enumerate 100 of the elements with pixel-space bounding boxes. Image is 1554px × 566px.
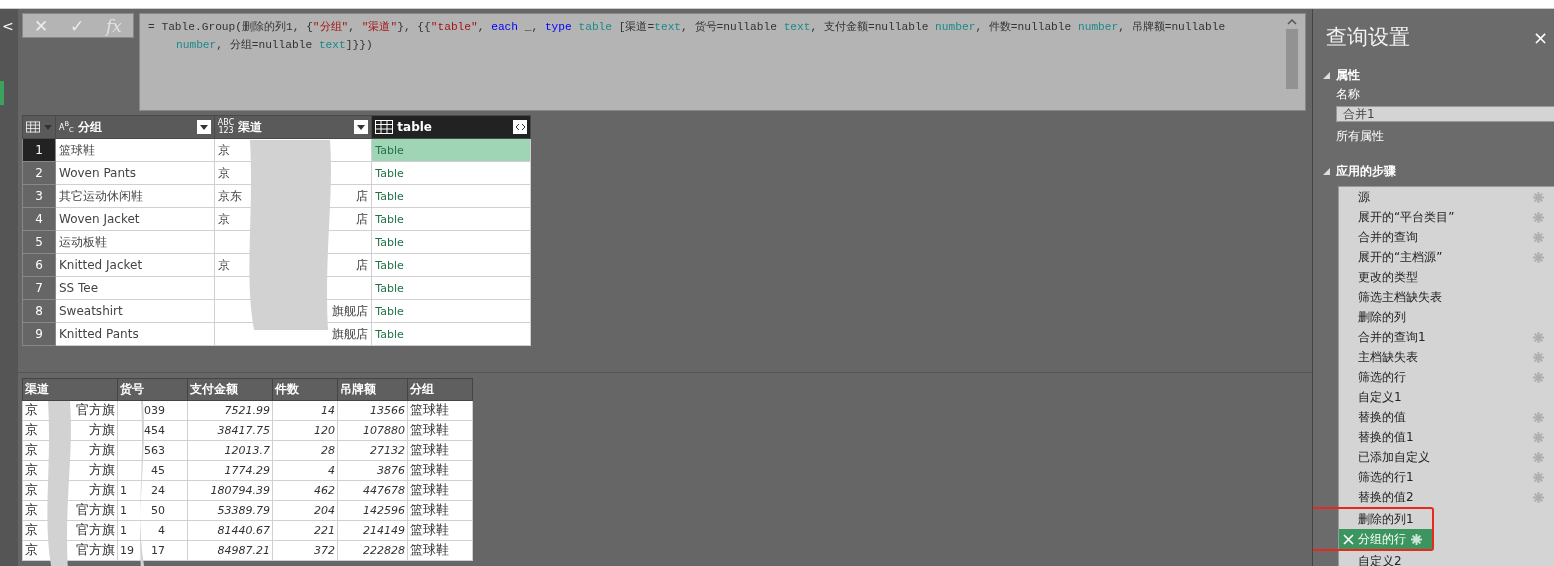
name-field[interactable]: 合并1 xyxy=(1336,106,1554,122)
cell-text: 563 xyxy=(144,444,165,457)
column-header[interactable]: A$^{B}$$_{C}$ 分组 xyxy=(55,115,215,139)
row-number[interactable]: 1 xyxy=(22,138,56,162)
gear-icon[interactable] xyxy=(1411,533,1422,545)
close-button[interactable]: × xyxy=(1532,26,1548,48)
delete-icon[interactable] xyxy=(1343,533,1354,545)
step-item[interactable]: 合并的查询1 xyxy=(1339,327,1554,347)
step-item[interactable]: 合并的查询 xyxy=(1339,227,1554,247)
type-icon[interactable]: ABC 123 xyxy=(217,119,235,135)
collapse-formula-icon[interactable] xyxy=(1287,18,1297,25)
column-header: 渠道 xyxy=(22,378,118,401)
formula-field[interactable]: = Table.Group(删除的列1, {"分组", "渠道"}, {{"table", each _, type table [渠道=text, 货号=nullable text, 支付金额=nullable number, 件数=nullable number, 吊牌额=nullable number, 分组=nullable text]}}) xyxy=(139,13,1306,111)
row-number[interactable]: 6 xyxy=(22,253,56,277)
gear-icon[interactable] xyxy=(1533,371,1544,383)
expand-button[interactable] xyxy=(513,120,527,134)
caret-icon xyxy=(199,124,208,130)
panel-title: 查询设置 xyxy=(1326,24,1410,51)
step-item[interactable]: 删除的列1 xyxy=(1339,509,1432,529)
row-number[interactable]: 4 xyxy=(22,207,56,231)
cell-text: 店 xyxy=(356,210,369,228)
step-item[interactable]: 筛选的行1 xyxy=(1339,467,1554,487)
table-cell: SS Tee xyxy=(55,276,215,300)
table-cell: Knitted Pants xyxy=(55,322,215,346)
formula-text: = Table.Group(删除的列1, {"分组", "渠道"}, {{"table", each _, type table [渠道=text, 货号=nullable text, 支付金额=nullable number, 件数=nullable number, 吊牌额=nullable number, 分组=nullable text]}}) xyxy=(148,20,1227,53)
cell-text: 官方旗 xyxy=(76,522,115,539)
gear-icon[interactable] xyxy=(1533,431,1544,443)
filter-button[interactable] xyxy=(196,120,211,134)
cell-text: 4 xyxy=(158,524,165,537)
cell-text: 45 xyxy=(151,464,165,477)
cell-text: 官方旗 xyxy=(76,402,115,419)
section-heading: 应用的步骤 xyxy=(1336,163,1396,180)
step-item[interactable]: 筛选的行 xyxy=(1339,367,1554,387)
column-header: 吊牌额 xyxy=(337,378,408,401)
cell-text: 京 xyxy=(217,210,230,228)
step-item[interactable]: 主档缺失表 xyxy=(1339,347,1554,367)
step-item[interactable]: 源 xyxy=(1339,187,1554,207)
gear-icon[interactable] xyxy=(1533,351,1544,363)
column-header: 件数 xyxy=(272,378,338,401)
active-indicator xyxy=(0,81,4,105)
cell-text: 方旗 xyxy=(89,482,115,499)
collapse-icon[interactable] xyxy=(1323,72,1330,79)
step-item[interactable]: 自定义1 xyxy=(1339,387,1554,407)
cell-text: 方旗 xyxy=(89,442,115,459)
step-item[interactable]: 分组的行 xyxy=(1339,529,1432,549)
table-cell: 运动板鞋 xyxy=(55,230,215,254)
expand-navigator-button[interactable]: < xyxy=(0,19,14,33)
row-number[interactable]: 8 xyxy=(22,299,56,323)
table-link[interactable]: Table xyxy=(371,138,531,162)
gear-icon[interactable] xyxy=(1533,331,1544,343)
step-item[interactable]: 筛选主档缺失表 xyxy=(1339,287,1554,307)
cell-text: 50 xyxy=(151,504,165,517)
all-properties-link[interactable]: 所有属性 xyxy=(1313,128,1554,145)
table-link[interactable]: Table xyxy=(371,207,531,231)
gear-icon[interactable] xyxy=(1533,411,1544,423)
gear-icon[interactable] xyxy=(1533,451,1544,463)
row-number[interactable]: 2 xyxy=(22,161,56,185)
table-menu-button[interactable] xyxy=(22,115,56,139)
cell-text: 京 xyxy=(25,442,38,459)
row-number[interactable]: 3 xyxy=(22,184,56,208)
step-item[interactable]: 替换的值 xyxy=(1339,407,1554,427)
table-link[interactable]: Table xyxy=(371,322,531,346)
cell-text: 官方旗 xyxy=(76,502,115,519)
cell-text: 店 xyxy=(356,187,369,205)
step-item[interactable]: 替换的值1 xyxy=(1339,427,1554,447)
step-item[interactable]: 更改的类型 xyxy=(1339,267,1554,287)
row-number[interactable]: 9 xyxy=(22,322,56,346)
row-number[interactable]: 5 xyxy=(22,230,56,254)
table-link[interactable]: Table xyxy=(371,276,531,300)
table-link[interactable]: Table xyxy=(371,161,531,185)
table-link[interactable]: Table xyxy=(371,253,531,277)
gear-icon[interactable] xyxy=(1533,211,1544,223)
table-link[interactable]: Table xyxy=(371,230,531,254)
step-item[interactable]: 展开的“主档源” xyxy=(1339,247,1554,267)
gear-icon[interactable] xyxy=(1533,491,1544,503)
gear-icon[interactable] xyxy=(1533,191,1544,203)
expand-arrows-icon xyxy=(514,123,526,131)
table-cell: Woven Pants xyxy=(55,161,215,185)
table-link[interactable]: Table xyxy=(371,184,531,208)
scrollbar-thumb[interactable] xyxy=(1286,29,1298,89)
gear-icon[interactable] xyxy=(1533,251,1544,263)
step-item[interactable]: 替换的值2 xyxy=(1339,487,1554,507)
cell-text: 京 xyxy=(217,256,230,274)
column-header[interactable]: table xyxy=(371,115,531,139)
step-item[interactable]: 已添加自定义 xyxy=(1339,447,1554,467)
step-item[interactable]: 展开的“平台类目” xyxy=(1339,207,1554,227)
filter-button[interactable] xyxy=(354,120,369,134)
step-item[interactable]: 自定义2 xyxy=(1339,551,1554,566)
collapse-icon[interactable] xyxy=(1323,168,1330,175)
gear-icon[interactable] xyxy=(1533,231,1544,243)
table-link[interactable]: Table xyxy=(371,299,531,323)
row-number[interactable]: 7 xyxy=(22,276,56,300)
cell-text: 454 xyxy=(144,424,165,437)
table-cell: Woven Jacket xyxy=(55,207,215,231)
cell-text: 方旗 xyxy=(89,462,115,479)
cell-text: 1 xyxy=(120,524,127,537)
cell-text: 旗舰店 xyxy=(332,325,369,343)
gear-icon[interactable] xyxy=(1533,471,1544,483)
cell-text: 京 xyxy=(25,462,38,479)
step-item[interactable]: 删除的列 xyxy=(1339,307,1554,327)
